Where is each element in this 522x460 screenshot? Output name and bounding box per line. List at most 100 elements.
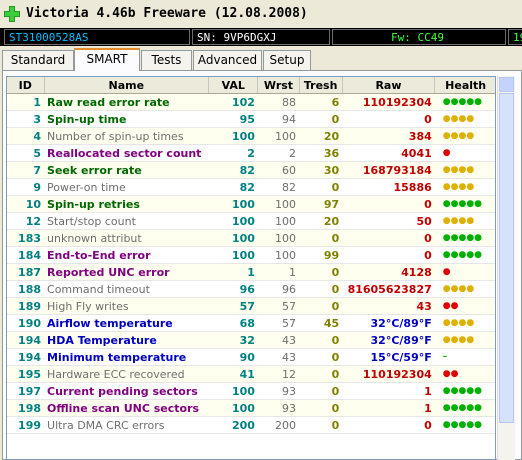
row-tresh: 0	[299, 110, 343, 128]
drive-extra: 19	[508, 29, 522, 45]
row-wrst: 200	[257, 416, 300, 434]
row-raw: 110192304	[342, 93, 435, 111]
row-tresh: 0	[299, 416, 343, 434]
table-row[interactable]: 194 Minimum temperature 90 43 0 15°C/59°F –	[7, 348, 495, 366]
row-id: 1	[7, 93, 45, 111]
tab-setup[interactable]: Setup	[263, 50, 311, 70]
row-tresh: 20	[299, 212, 343, 230]
row-wrst: 100	[257, 195, 300, 213]
col-raw[interactable]: Raw	[342, 77, 436, 94]
row-health: ●●●●	[434, 212, 495, 230]
row-raw: 0	[342, 229, 435, 247]
row-raw: 384	[342, 127, 435, 145]
row-val: 41	[208, 365, 258, 383]
table-row[interactable]: 4 Number of spin-up times 100 100 20 384 ●●●●	[7, 127, 495, 145]
row-health: ●●●●●	[434, 382, 495, 400]
row-raw: 1	[342, 399, 435, 417]
row-name: HDA Temperature	[44, 331, 209, 349]
row-tresh: 0	[299, 348, 343, 366]
row-id: 189	[7, 297, 45, 315]
row-tresh: 6	[299, 93, 343, 111]
row-wrst: 2	[257, 144, 300, 162]
row-raw: 32°C/89°F	[342, 314, 435, 332]
col-id[interactable]: ID	[7, 77, 45, 94]
tab-tests[interactable]: Tests	[141, 50, 192, 70]
row-raw: 110192304	[342, 365, 435, 383]
row-id: 9	[7, 178, 45, 196]
scroll-thumb[interactable]	[499, 93, 514, 423]
col-name[interactable]: Name	[44, 77, 210, 94]
vertical-scrollbar[interactable]	[497, 76, 515, 460]
col-val[interactable]: VAL	[208, 77, 259, 94]
row-id: 187	[7, 263, 45, 281]
row-tresh: 36	[299, 144, 343, 162]
table-row[interactable]: 3 Spin-up time 95 94 0 0 ●●●●	[7, 110, 495, 128]
row-tresh: 0	[299, 280, 343, 298]
row-name: Number of spin-up times	[44, 127, 209, 145]
table-row[interactable]: 1 Raw read error rate 102 88 6 110192304 ●●●●●	[7, 93, 495, 111]
row-wrst: 57	[257, 297, 300, 315]
tab-smart[interactable]: SMART	[74, 48, 140, 71]
row-wrst: 12	[257, 365, 300, 383]
table-row[interactable]: 194 HDA Temperature 32 43 0 32°C/89°F ●●●●	[7, 331, 495, 349]
row-wrst: 100	[257, 212, 300, 230]
table-header: ID Name VAL Wrst Tresh Raw Health	[7, 77, 495, 94]
row-id: 194	[7, 348, 45, 366]
table-row[interactable]: 183 unknown attribut 100 100 0 0 ●●●●●	[7, 229, 495, 247]
row-health: ●●	[434, 365, 495, 383]
row-name: Spin-up retries	[44, 195, 209, 213]
row-tresh: 0	[299, 263, 343, 281]
table-row[interactable]: 189 High Fly writes 57 57 0 43 ●●	[7, 297, 495, 315]
row-raw: 15°C/59°F	[342, 348, 435, 366]
row-raw: 81605623827	[342, 280, 435, 298]
table-row[interactable]: 7 Seek error rate 82 60 30 168793184 ●●●●	[7, 161, 495, 179]
table-row[interactable]: 190 Airflow temperature 68 57 45 32°C/89°F ●●●…	[7, 314, 495, 332]
row-val: 96	[208, 280, 258, 298]
row-health: ●●●●	[434, 161, 495, 179]
table-row[interactable]: 5 Reallocated sector count 2 2 36 4041 ●	[7, 144, 495, 162]
table-row[interactable]: 197 Current pending sectors 100 93 0 1 ●●●●●	[7, 382, 495, 400]
row-name: Ultra DMA CRC errors	[44, 416, 209, 434]
row-id: 7	[7, 161, 45, 179]
row-name: Command timeout	[44, 280, 209, 298]
tab-standard[interactable]: Standard	[2, 50, 74, 70]
row-id: 4	[7, 127, 45, 145]
row-val: 57	[208, 297, 258, 315]
table-row[interactable]: 188 Command timeout 96 96 0 81605623827 ●●●●	[7, 280, 495, 298]
row-name: Reported UNC error	[44, 263, 209, 281]
col-tresh[interactable]: Tresh	[299, 77, 343, 94]
row-id: 195	[7, 365, 45, 383]
row-name: High Fly writes	[44, 297, 209, 315]
row-raw: 4041	[342, 144, 435, 162]
table-row[interactable]: 187 Reported UNC error 1 1 0 4128 ●	[7, 263, 495, 281]
row-raw: 43	[342, 297, 435, 315]
row-name: Hardware ECC recovered	[44, 365, 209, 383]
table-row[interactable]: 12 Start/stop count 100 100 20 50 ●●●●	[7, 212, 495, 230]
col-health[interactable]: Health	[434, 77, 495, 94]
table-row[interactable]: 198 Offline scan UNC sectors 100 93 0 1 ●●●●●	[7, 399, 495, 417]
table-row[interactable]: 199 Ultra DMA CRC errors 200 200 0 0 ●●●●●	[7, 416, 495, 434]
col-wrst[interactable]: Wrst	[257, 77, 300, 94]
window-title: Victoria 4.46b Freeware (12.08.2008)	[26, 6, 308, 21]
tab-strip: Standard SMART Tests Advanced Setup	[0, 48, 522, 71]
table-row[interactable]: 184 End-to-End error 100 100 99 0 ●●●●●	[7, 246, 495, 264]
row-tresh: 99	[299, 246, 343, 264]
tab-advanced[interactable]: Advanced	[193, 50, 262, 70]
row-wrst: 93	[257, 399, 300, 417]
table-row[interactable]: 9 Power-on time 82 82 0 15886 ●●●●	[7, 178, 495, 196]
row-health: ●●●●	[434, 127, 495, 145]
row-tresh: 0	[299, 382, 343, 400]
table-row[interactable]: 10 Spin-up retries 100 100 97 0 ●●●●●	[7, 195, 495, 213]
row-val: 1	[208, 263, 258, 281]
row-raw: 0	[342, 246, 435, 264]
table-row[interactable]: 195 Hardware ECC recovered 41 12 0 110192304 ●…	[7, 365, 495, 383]
scroll-up-button[interactable]	[499, 77, 514, 92]
row-name: Airflow temperature	[44, 314, 209, 332]
row-val: 100	[208, 399, 258, 417]
row-raw: 1	[342, 382, 435, 400]
app-cross-icon	[4, 6, 20, 22]
row-raw: 168793184	[342, 161, 435, 179]
row-tresh: 97	[299, 195, 343, 213]
row-val: 100	[208, 246, 258, 264]
row-tresh: 0	[299, 229, 343, 247]
